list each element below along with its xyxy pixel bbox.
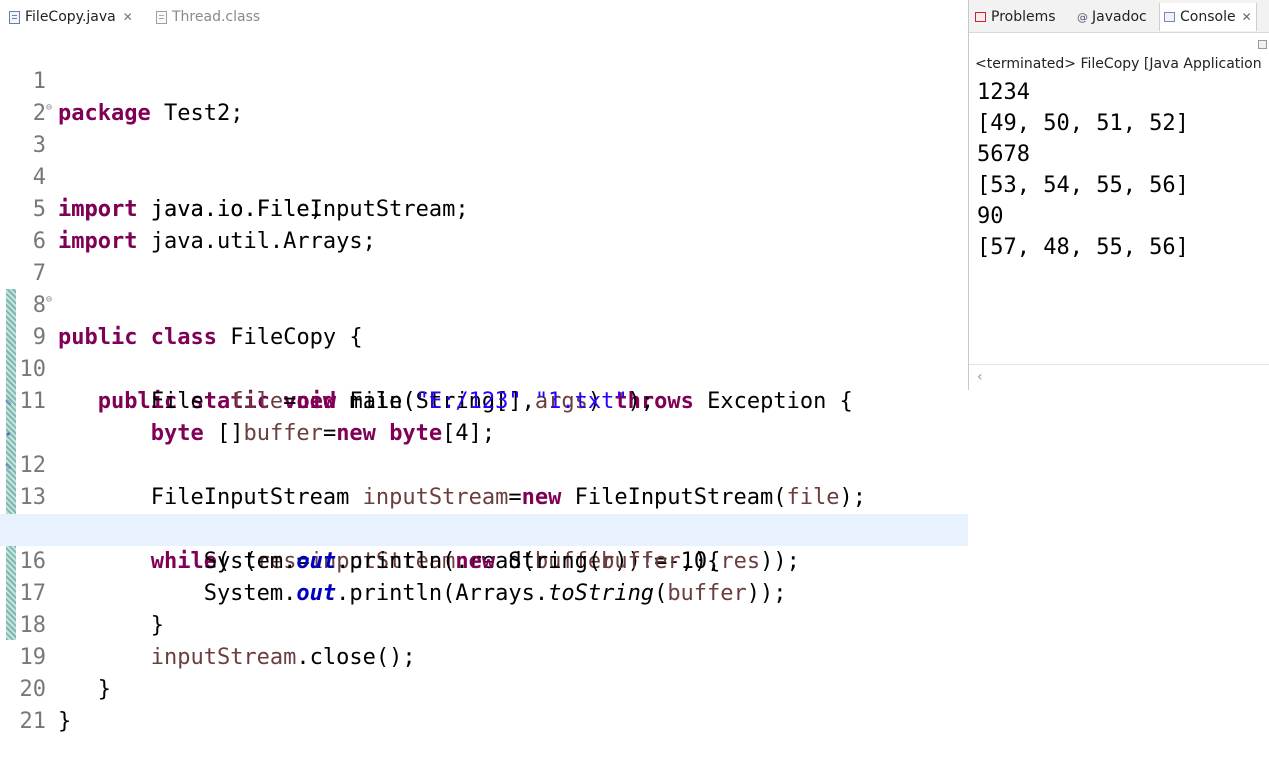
code-line: • 13 int res; (0, 418, 968, 542)
tab-label: Console (1180, 9, 1236, 25)
code-line: ✎ 12 FileInputStream inputStream=new Fil… (0, 386, 968, 510)
code-line: 2 (0, 66, 968, 126)
occurrence-marker-icon: ✎ (5, 460, 12, 473)
code-line: 6 (0, 194, 968, 254)
fold-toggle-icon[interactable]: ⊖ (46, 295, 55, 305)
problems-icon (975, 12, 986, 22)
tab-label: Thread.class (172, 9, 261, 25)
console-icon (1164, 12, 1175, 22)
code-line: 21 (0, 674, 968, 734)
code-line: 15 System.out.println(new String(buffer,… (0, 482, 968, 574)
console-status: <terminated> FileCopy [Java Application (975, 56, 1262, 72)
code-line: ✎ 14 while( (res=inputStream.read(buffer… (0, 450, 968, 574)
code-line: 5 import java.util.Arrays; (0, 162, 968, 254)
console-output-line: 90 (977, 204, 1004, 229)
close-icon[interactable]: ✕ (1242, 10, 1252, 24)
console-output-line: 1234 (977, 80, 1030, 105)
close-icon[interactable]: ✕ (123, 10, 133, 24)
javadoc-icon: @ (1077, 10, 1088, 24)
code-line: 1 package Test2; (0, 34, 968, 126)
tab-console[interactable]: Console ✕ (1159, 3, 1257, 31)
code-line: 20 } (0, 642, 968, 734)
console-output-line: [53, 54, 55, 56] (977, 173, 1189, 198)
tab-label: FileCopy.java (25, 9, 116, 25)
occurrence-marker-icon: • (5, 428, 12, 441)
code-line: 18 inputStream.close(); (0, 578, 968, 670)
code-line: 7 (0, 226, 968, 286)
tab-filecopy-java[interactable]: FileCopy.java ✕ (9, 5, 133, 29)
code-text: } (58, 709, 72, 734)
tab-label: Javadoc (1092, 9, 1147, 25)
minimize-icon[interactable] (1258, 40, 1267, 49)
console-output-line: [49, 50, 51, 52] (977, 111, 1189, 136)
console-view: Problems @ Javadoc Console ✕ <terminated… (968, 0, 1269, 390)
code-editor[interactable]: 1 package Test2; 2 3 ⊖ import java.io.Fi… (0, 33, 968, 734)
view-tab-bar: Problems @ Javadoc Console ✕ (969, 0, 1269, 33)
tab-label: Problems (991, 9, 1056, 25)
occurrence-marker-icon: ✎ (5, 396, 12, 409)
scroll-left-icon[interactable]: ‹ (977, 369, 983, 385)
fold-toggle-icon[interactable]: ⊖ (46, 103, 55, 113)
code-line: 8 public class FileCopy { (0, 258, 968, 350)
console-output-line: [57, 48, 55, 56] (977, 235, 1189, 260)
java-file-icon (9, 10, 20, 24)
class-file-icon (156, 10, 167, 24)
code-line: 19 } (0, 610, 968, 702)
code-line: 11 byte []buffer=new byte[4]; (0, 354, 968, 446)
code-line: 10 File file=new File("E:/123","1.txt"); (0, 322, 968, 414)
current-code-line: 16 System.out.println(Arrays.toString(bu… (0, 514, 968, 606)
tab-thread-class[interactable]: Thread.class (156, 5, 260, 29)
console-output-line: 5678 (977, 142, 1030, 167)
tab-problems[interactable]: Problems (975, 7, 1056, 27)
editor-tab-bar: FileCopy.java ✕ Thread.class (0, 0, 968, 33)
code-line: 17 } (0, 546, 968, 638)
code-line: 3 ⊖ import java.io.File; (0, 98, 968, 223)
tab-javadoc[interactable]: @ Javadoc (1077, 7, 1147, 27)
code-line: 9 ⊖ public static void main(String[] arg… (0, 290, 968, 415)
horizontal-scrollbar[interactable]: ‹ (969, 364, 1269, 390)
code-line: 4 import java.io.FileInputStream; (0, 130, 968, 222)
line-number: 21 (19, 709, 47, 734)
